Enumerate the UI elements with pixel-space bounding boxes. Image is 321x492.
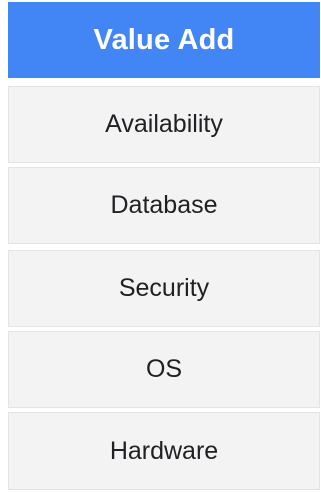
- row-label: Security: [118, 274, 210, 302]
- row-label: OS: [145, 355, 183, 383]
- stack-row-os: OS: [8, 331, 320, 408]
- stack-header: Value Add: [8, 2, 320, 78]
- stack-row-database: Database: [8, 167, 320, 244]
- value-add-stack: Value Add Availability Database Security…: [0, 0, 321, 492]
- row-label: Hardware: [109, 436, 219, 465]
- stack-row-availability: Availability: [8, 86, 320, 163]
- stack-title: Value Add: [93, 23, 235, 56]
- stack-row-security: Security: [8, 250, 320, 327]
- row-label: Availability: [105, 110, 223, 138]
- row-label: Database: [110, 191, 218, 219]
- stack-row-hardware: Hardware: [8, 412, 320, 490]
